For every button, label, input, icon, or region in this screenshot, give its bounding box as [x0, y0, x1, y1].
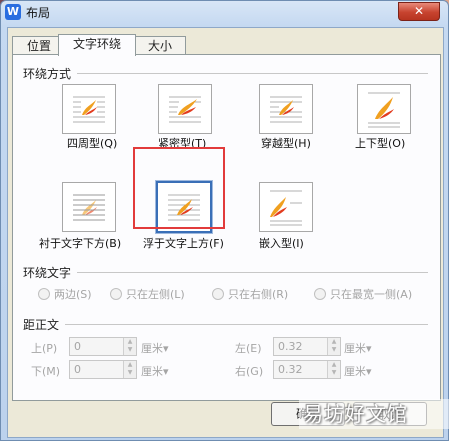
spin-up-icon[interactable]: ▲: [328, 338, 340, 346]
wrap-label-through: 穿越型(H): [261, 137, 311, 150]
highlight-box: [133, 147, 225, 229]
wrap-label-inline: 嵌入型(I): [259, 237, 304, 250]
divider: [77, 272, 428, 273]
divider: [65, 324, 428, 325]
wrap-label-top-bottom: 上下型(O): [355, 137, 406, 150]
radio-circle[interactable]: [38, 288, 50, 300]
dialog-title: 布局: [26, 6, 51, 20]
distance-right-input[interactable]: 0.32 ▲ ▼: [273, 360, 341, 379]
radio-label: 两边(S): [54, 288, 92, 301]
distance-left-label: 左(E): [235, 342, 262, 355]
distance-top-unit[interactable]: 厘米▾: [141, 340, 169, 356]
wrap-behind-text-icon: [73, 194, 105, 221]
wrap-label-behind-text: 衬于文字下方(B): [39, 237, 122, 250]
wrap-label-in-front-of-text: 浮于文字上方(F): [143, 237, 224, 250]
radio-circle[interactable]: [110, 288, 122, 300]
wps-app-icon: W: [5, 4, 21, 20]
radio-right-only[interactable]: 只在右侧(R): [212, 286, 288, 302]
radio-label: 只在最宽一侧(A): [330, 288, 413, 301]
distance-bottom-value: 0: [74, 363, 81, 376]
distance-right-unit[interactable]: 厘米▾: [344, 363, 372, 379]
distance-right-label: 右(G): [235, 365, 264, 378]
spin-up-icon[interactable]: ▲: [124, 361, 136, 369]
wrap-label-square: 四周型(Q): [67, 137, 118, 150]
spin-down-icon[interactable]: ▼: [328, 346, 340, 354]
spin-down-icon[interactable]: ▼: [124, 346, 136, 354]
distance-bottom-unit[interactable]: 厘米▾: [141, 363, 169, 379]
spin-arrows[interactable]: ▲ ▼: [123, 338, 136, 355]
wrap-option-top-bottom[interactable]: [357, 84, 411, 134]
distance-left-unit[interactable]: 厘米▾: [344, 340, 372, 356]
distance-top-value: 0: [74, 340, 81, 353]
distance-bottom-label: 下(M): [31, 365, 61, 378]
wrap-option-behind-text[interactable]: [62, 182, 116, 232]
tab-panel-text-wrapping: 环绕方式 四周型(Q) 紧密型(T) 穿越型(H) 上下型(O) 衬于文字下方(…: [12, 54, 441, 401]
wrap-style-section: 环绕方式: [23, 65, 428, 82]
title-bar: W 布局 ✕: [1, 1, 448, 23]
close-button[interactable]: ✕: [398, 2, 440, 21]
distance-heading: 距正文: [23, 318, 60, 332]
radio-both-sides[interactable]: 两边(S): [38, 286, 92, 302]
radio-label: 只在左侧(L): [126, 288, 185, 301]
wrap-text-section: 环绕文字: [23, 264, 428, 281]
wrap-option-tight[interactable]: [158, 84, 212, 134]
radio-largest-side[interactable]: 只在最宽一侧(A): [314, 286, 412, 302]
radio-label: 只在右侧(R): [228, 288, 289, 301]
wrap-top-bottom-icon: [368, 92, 400, 128]
tab-text-wrapping[interactable]: 文字环绕: [58, 34, 136, 56]
wrap-tight-icon: [169, 96, 201, 123]
wrap-through-icon: [270, 96, 302, 123]
distance-section: 距正文: [23, 316, 428, 333]
distance-bottom-input[interactable]: 0 ▲ ▼: [69, 360, 137, 379]
radio-left-only[interactable]: 只在左侧(L): [110, 286, 185, 302]
layout-dialog: W 布局 ✕ 位置 文字环绕 大小 环绕方式 四周型(Q) 紧密型(T) 穿越型…: [0, 0, 449, 441]
spin-down-icon[interactable]: ▼: [328, 369, 340, 377]
spin-up-icon[interactable]: ▲: [328, 361, 340, 369]
watermark: 易坊好文馆: [299, 399, 449, 429]
distance-left-value: 0.32: [278, 340, 303, 353]
wrap-option-through[interactable]: [259, 84, 313, 134]
wrap-option-square[interactable]: [62, 84, 116, 134]
spin-arrows[interactable]: ▲ ▼: [327, 338, 340, 355]
wrap-text-heading: 环绕文字: [23, 266, 72, 280]
radio-circle[interactable]: [314, 288, 326, 300]
distance-top-input[interactable]: 0 ▲ ▼: [69, 337, 137, 356]
spin-arrows[interactable]: ▲ ▼: [123, 361, 136, 378]
wrap-option-inline[interactable]: [259, 182, 313, 232]
distance-right-value: 0.32: [278, 363, 303, 376]
divider: [77, 73, 428, 74]
radio-circle[interactable]: [212, 288, 224, 300]
spin-down-icon[interactable]: ▼: [124, 369, 136, 377]
dialog-body: 位置 文字环绕 大小 环绕方式 四周型(Q) 紧密型(T) 穿越型(H) 上下型…: [7, 27, 444, 438]
wrap-square-icon: [73, 96, 105, 123]
distance-left-input[interactable]: 0.32 ▲ ▼: [273, 337, 341, 356]
tab-size[interactable]: 大小: [134, 36, 186, 55]
spin-arrows[interactable]: ▲ ▼: [327, 361, 340, 378]
spin-up-icon[interactable]: ▲: [124, 338, 136, 346]
wrap-inline-icon: [270, 190, 302, 226]
distance-top-label: 上(P): [31, 342, 58, 355]
wrap-style-heading: 环绕方式: [23, 67, 72, 81]
